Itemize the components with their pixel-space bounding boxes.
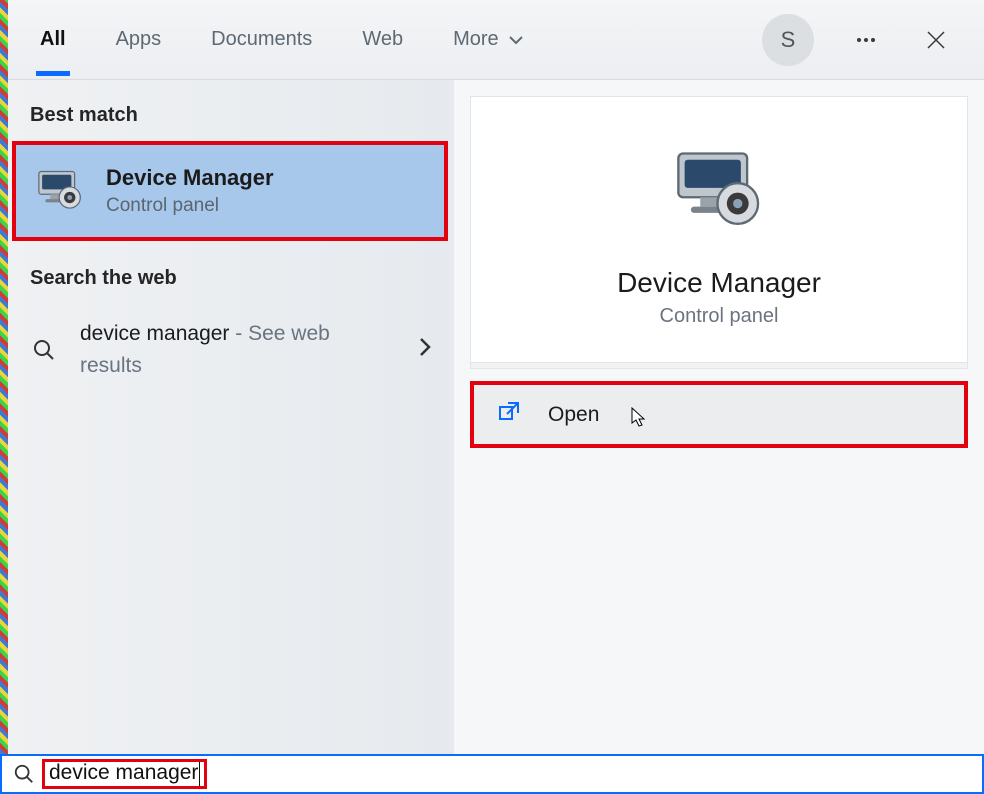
open-external-icon [498,401,520,428]
detail-card: Device Manager Control panel [470,96,968,369]
chevron-right-icon [418,336,432,363]
search-tabbar: All Apps Documents Web More S [8,0,984,80]
web-result-text: device manager - See web results [80,318,396,381]
close-icon [925,29,947,51]
separator [471,362,967,368]
tab-more[interactable]: More [449,8,528,71]
ellipsis-icon [854,28,878,52]
more-options-button[interactable] [848,22,884,58]
open-action[interactable]: Open [470,381,968,448]
tab-documents[interactable]: Documents [207,8,316,71]
user-avatar[interactable]: S [762,14,814,66]
best-match-title: Device Manager [106,165,274,191]
search-value-highlight: device manager [42,759,207,790]
device-manager-icon [34,165,86,217]
search-value: device manager [49,761,198,784]
tab-web[interactable]: Web [358,8,407,71]
detail-title: Device Manager [471,267,967,299]
tab-apps[interactable]: Apps [112,8,166,71]
search-icon [10,763,38,785]
tab-more-label: More [453,28,499,50]
detail-pane: Device Manager Control panel Open [454,80,984,754]
open-label: Open [548,403,599,427]
results-pane: Best match Device Manager Control panel [8,80,454,754]
search-bar[interactable]: device manager [0,754,984,794]
search-icon [30,338,58,362]
search-web-header: Search the web [8,259,454,304]
web-query-text: device manager [80,322,229,345]
chevron-down-icon [508,32,524,48]
best-match-header: Best match [8,96,454,141]
detail-subtitle: Control panel [471,305,967,328]
device-manager-large-icon [669,141,769,241]
best-match-result[interactable]: Device Manager Control panel [12,141,448,241]
close-button[interactable] [918,22,954,58]
text-caret [199,762,200,786]
best-match-subtitle: Control panel [106,195,274,217]
mouse-cursor-icon [631,407,647,427]
tab-all[interactable]: All [36,8,70,71]
desktop-edge [0,0,8,754]
web-result-item[interactable]: device manager - See web results [8,304,454,395]
